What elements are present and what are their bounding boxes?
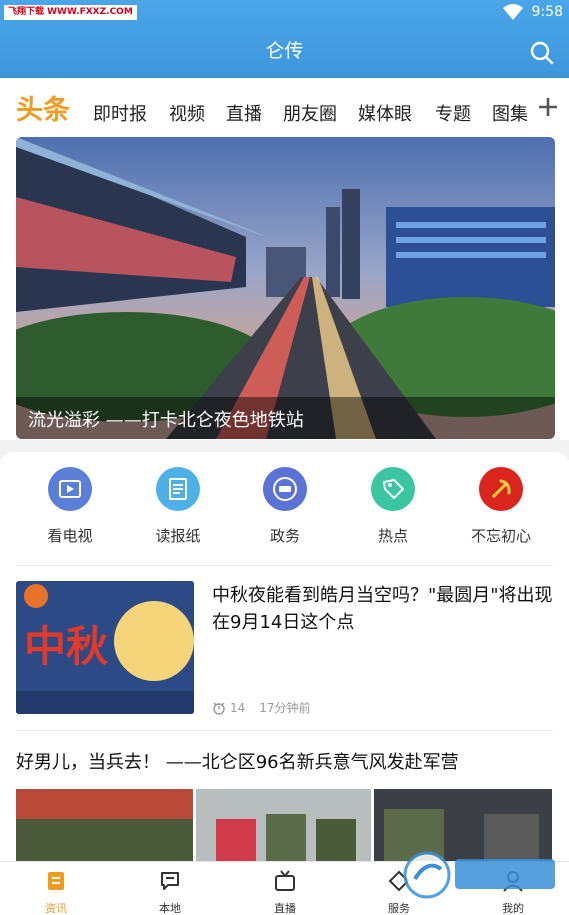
quick-link-government[interactable]: 政务 — [240, 467, 330, 546]
nav-label: 资讯 — [45, 902, 67, 915]
channel-tab-bar: 头条 即时报 视频 直播 朋友圈 媒体眼 专题 图集 — [0, 78, 569, 136]
app-header: 飞翔下载 WWW.FXXZ.COM 9:58 仑传 — [0, 0, 569, 78]
nav-live[interactable]: 直播 — [250, 870, 320, 915]
quick-link-label: 政务 — [269, 527, 300, 545]
app-title: 仑传 — [265, 40, 304, 62]
news-views: 14 — [230, 700, 246, 715]
tab-media-eye[interactable]: 媒体眼 — [358, 100, 412, 126]
tab-live[interactable]: 直播 — [226, 100, 262, 126]
divider — [16, 730, 553, 731]
tab-topics[interactable]: 专题 — [435, 100, 471, 126]
tab-headlines[interactable]: 头条 — [16, 88, 70, 127]
tv-live-icon — [275, 870, 295, 891]
status-bar: 9:58 — [502, 2, 563, 22]
chat-icon — [161, 872, 179, 890]
download-site-logo-watermark — [403, 851, 555, 899]
hero-caption-bar: 流光溢彩 ——打卡北仑夜色地铁站 — [16, 397, 555, 439]
news-thumbnail-mid-autumn[interactable]: 中秋 — [16, 581, 194, 714]
tag-icon — [371, 467, 415, 511]
hero-night-city-image — [16, 137, 555, 439]
nav-news[interactable]: 资讯 — [21, 870, 91, 915]
quick-link-hot-topics[interactable]: 热点 — [348, 467, 438, 546]
hero-caption: 流光溢彩 ——打卡北仑夜色地铁站 — [28, 410, 304, 431]
quick-link-tv[interactable]: 看电视 — [25, 467, 115, 546]
news-meta: 14 17分钟前 — [212, 699, 311, 716]
news-title[interactable]: 中秋夜能看到皓月当空吗？"最圆月"将出现在9月14日这个点 — [212, 582, 554, 636]
news-title[interactable]: 好男儿，当兵去！ ——北仑区96名新兵意气风发赴军营 — [16, 748, 459, 774]
quick-link-original-aspiration[interactable]: 不忘初心 — [456, 467, 546, 546]
news-image-1[interactable] — [16, 789, 193, 864]
quick-link-label: 不忘初心 — [470, 527, 531, 545]
thumbnail-text: 中秋 — [24, 622, 109, 671]
nav-label: 直播 — [274, 902, 296, 915]
download-site-watermark: 飞翔下载 WWW.FXXZ.COM — [4, 5, 137, 20]
tab-video[interactable]: 视频 — [169, 100, 205, 126]
divider — [16, 565, 553, 566]
search-icon[interactable] — [529, 40, 555, 66]
quick-link-label: 热点 — [377, 527, 408, 545]
status-time: 9:58 — [531, 4, 563, 20]
tab-moments[interactable]: 朋友圈 — [283, 100, 337, 126]
nav-local[interactable]: 本地 — [135, 870, 205, 915]
app-screen: 飞翔下载 WWW.FXXZ.COM 9:58 仑传 头条 即时报 视频 直播 朋… — [0, 0, 569, 915]
views-icon — [213, 702, 225, 715]
quick-link-newspaper[interactable]: 读报纸 — [133, 467, 223, 546]
add-channel-icon[interactable] — [537, 96, 559, 118]
newspaper-icon — [156, 467, 200, 511]
quick-link-label: 看电视 — [47, 527, 93, 545]
news-time: 17分钟前 — [259, 701, 311, 715]
news-icon — [48, 872, 64, 890]
party-emblem-icon — [479, 467, 523, 511]
hero-banner[interactable]: 流光溢彩 ——打卡北仑夜色地铁站 — [16, 137, 555, 439]
news-image-2[interactable] — [196, 789, 371, 864]
tab-gallery[interactable]: 图集 — [492, 100, 528, 126]
nav-label: 本地 — [159, 902, 181, 915]
wifi-icon — [502, 4, 523, 20]
government-icon — [263, 467, 307, 511]
tab-instant-news[interactable]: 即时报 — [93, 100, 147, 126]
quick-link-label: 读报纸 — [155, 527, 201, 545]
tv-icon — [48, 467, 92, 511]
